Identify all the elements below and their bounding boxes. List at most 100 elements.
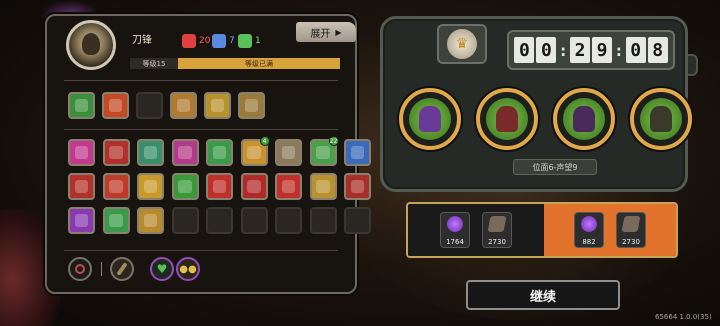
reward-card-up-value: 2730 [622,238,640,246]
divider-bottom [64,250,338,251]
demon-mask-icon [496,106,518,132]
opponent-portrait[interactable] [553,88,615,150]
slot-badge: 4 [259,136,270,146]
blue-stat-value: 7 [229,36,235,46]
gold-dome-icon[interactable]: 4 [240,136,270,166]
purple-gem-icon [447,216,463,232]
reward-gem: 1764 [440,212,470,248]
icon-glyph [176,98,191,113]
portrait-backdrop [486,98,528,140]
icon-glyph [178,145,192,160]
red-bat-icon[interactable] [344,173,371,200]
match-timer: 0 0 : 2 9 : 0 8 [507,30,675,70]
opponent-portrait[interactable] [399,88,461,150]
icon-glyph [350,179,365,194]
target-icon[interactable] [68,257,92,281]
caret-right-icon: ▶ [335,27,342,37]
reward-gem-value: 1764 [446,238,464,246]
icon-glyph [316,179,330,194]
green-stat: 1 [238,34,261,48]
flame-icon[interactable] [102,92,129,119]
reward-gem-up-value: 882 [582,238,596,246]
bronze-ring-icon[interactable] [238,92,265,119]
opponent-portrait[interactable] [630,88,692,150]
hero-face-icon [82,33,100,55]
reward-option-selected[interactable]: 882 2730 [544,204,676,256]
timer-digit: 0 [514,37,535,63]
kill-stat-value: 20 [199,36,211,46]
red-axe-icon[interactable] [68,173,95,200]
reward-options: 1764 2730 882 2730 [406,202,678,258]
green-claw-icon[interactable] [206,139,233,166]
expand-label: 展开 [310,28,331,40]
pink-orb-icon[interactable] [171,139,199,166]
reward-option-normal[interactable]: 1764 2730 [408,204,544,256]
icon-glyph [143,145,158,160]
gold-crown-icon[interactable] [137,173,164,200]
timer-colon: : [614,40,624,60]
purple-gem-up-icon [581,216,597,232]
red-beast-icon[interactable] [102,139,130,166]
frost-burst-icon[interactable] [137,139,164,166]
timer-colon: : [558,40,568,60]
gold-wing-icon[interactable] [137,207,164,234]
empty-slot [309,207,337,234]
icon-glyph [178,179,192,194]
version-text: 65664 1.0.0(35) [655,313,712,321]
chain-icon[interactable] [275,173,302,200]
icon-glyph [74,98,89,113]
green-leaf-icon[interactable] [171,173,199,200]
icon-glyph [143,179,158,194]
blue-vortex-icon[interactable] [344,139,371,166]
hero-portrait[interactable] [66,20,116,70]
empty-slot [171,207,199,234]
icon-glyph [281,179,296,194]
golden-armor-icon[interactable] [204,92,231,119]
icon-glyph [316,145,330,160]
continue-button[interactable]: 继续 [466,280,620,310]
purple-fish-icon[interactable] [68,207,95,234]
pink-wave-icon[interactable] [68,139,95,166]
icon-glyph [244,98,259,113]
timer-digit: 8 [647,37,668,63]
icon-glyph [109,179,123,194]
card-up-icon [621,216,641,232]
card-icon [487,216,507,232]
bomb-icon[interactable] [170,92,197,119]
icon-glyph [247,179,261,194]
crown-medal-icon: ♛ [447,29,477,59]
purple-knight-icon [419,106,441,132]
red-totem-icon[interactable] [240,173,268,200]
green-arrow-icon[interactable] [102,207,130,234]
level-label: 等级15 [130,58,178,69]
empty-slot [206,207,233,234]
timer-digit: 9 [592,37,612,63]
gold-wind-icon[interactable] [309,173,337,200]
triple-drop-icon[interactable]: ●● [176,257,200,281]
portrait-backdrop [563,98,605,140]
green-blade-icon[interactable] [68,92,95,119]
red-kill-icon [182,34,196,48]
crest-frame: ♛ [437,24,487,64]
green-item-icon [238,34,252,48]
feather-icon[interactable] [110,257,134,281]
heart-icon[interactable]: ♥ [150,257,174,281]
slot-badge: 22 [328,136,339,146]
cat-mask-icon[interactable] [275,139,302,166]
icon-glyph [350,145,365,160]
red-claw-icon[interactable] [206,173,233,200]
expand-button[interactable]: 展开 ▶ [296,22,356,42]
timer-digit: 0 [536,37,557,63]
icon-glyph [212,179,227,194]
empty-slot [344,207,371,234]
icon-glyph [74,145,89,160]
green-stat-value: 1 [255,36,261,46]
icon-glyph [212,145,227,160]
green-chest-icon[interactable]: 22 [309,136,339,166]
level-status: 等级已满 [178,58,340,69]
reward-card-up: 2730 [616,212,646,248]
timer-digit: 2 [570,37,590,63]
opponent-portrait[interactable] [476,88,538,150]
empty-slot [136,92,163,119]
red-slash-icon[interactable] [102,173,130,200]
